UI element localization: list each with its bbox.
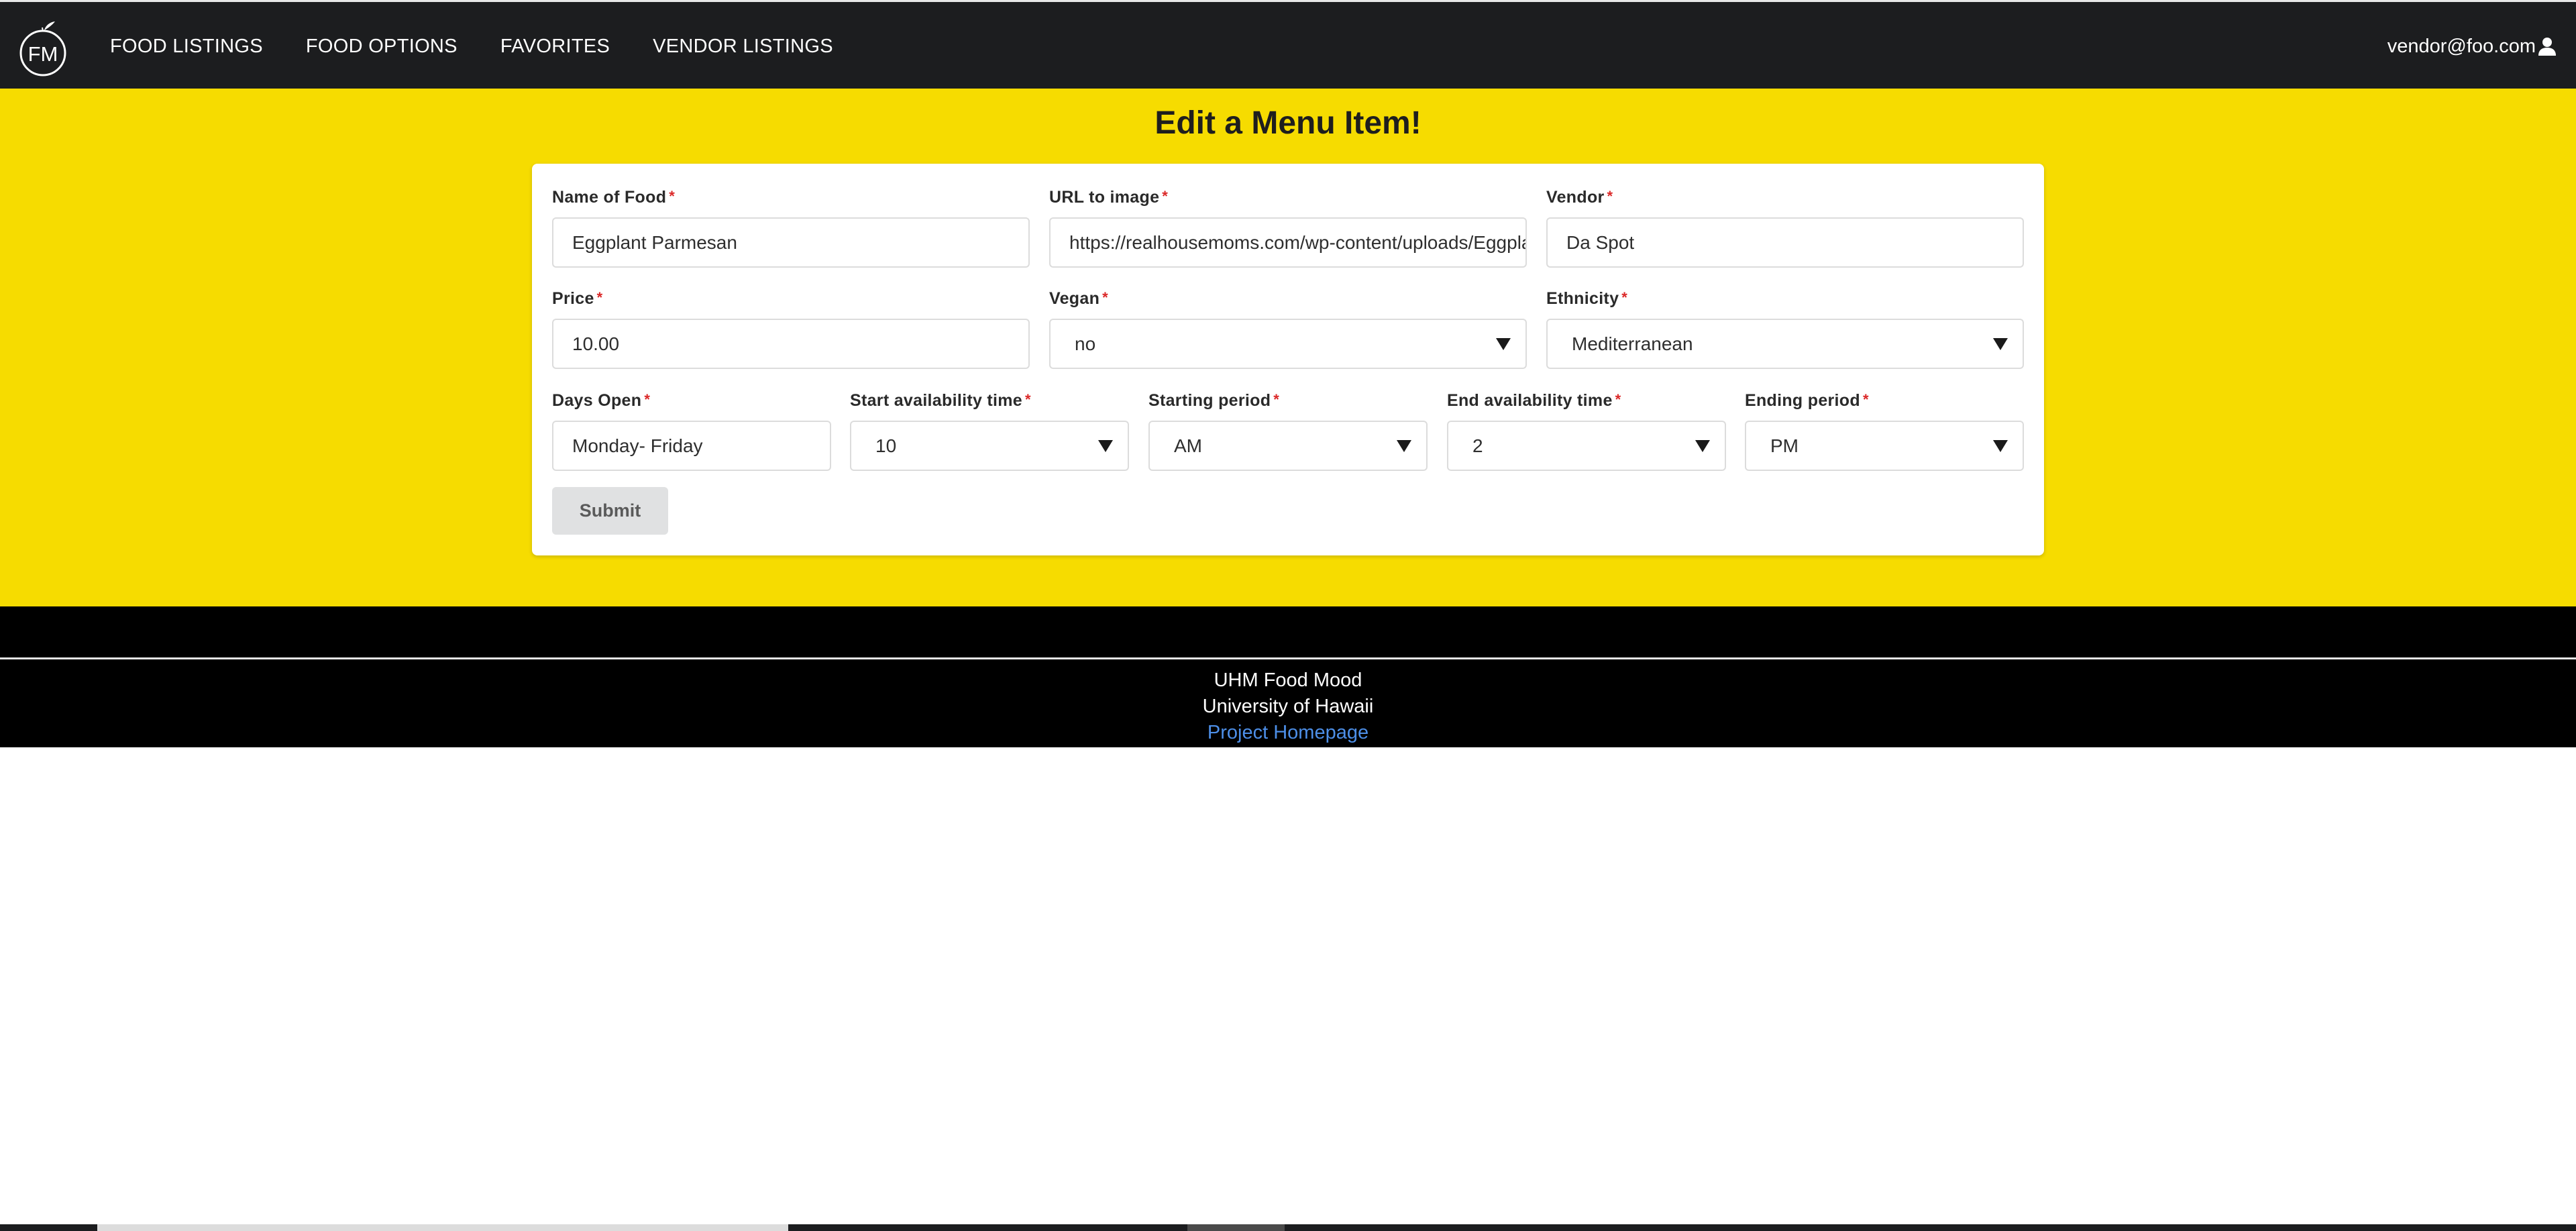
- ending-period-field: Ending period * PM: [1745, 391, 2024, 474]
- days-open-label: Days Open *: [552, 391, 651, 410]
- footer-university: University of Hawaii: [1202, 696, 1374, 717]
- vendor-field: Vendor * Da Spot: [1546, 188, 2024, 271]
- starting-period-select[interactable]: AM: [1148, 421, 1428, 471]
- scrollbar-thumb[interactable]: [97, 1224, 788, 1231]
- end-time-label: End availability time *: [1447, 391, 1621, 410]
- ethnicity-field: Ethnicity * Mediterranean: [1546, 289, 2024, 372]
- project-homepage-link[interactable]: Project Homepage: [1208, 722, 1368, 743]
- footer: UHM Food Mood University of Hawaii Proje…: [0, 606, 2576, 747]
- price-input[interactable]: 10.00: [552, 319, 1030, 369]
- footer-divider: [0, 657, 2576, 659]
- vegan-selected-value: no: [1075, 333, 1096, 354]
- url-to-image-field: URL to image * https://realhousemoms.com/…: [1049, 188, 1527, 271]
- ending-period-label: Ending period *: [1745, 391, 1869, 410]
- ending-period-selected-value: PM: [1770, 435, 1799, 456]
- dropdown-arrow-icon: [1993, 439, 2008, 452]
- vegan-field: Vegan * no: [1049, 289, 1527, 372]
- days-open-input[interactable]: Monday- Friday: [552, 421, 831, 471]
- starting-period-selected-value: AM: [1174, 435, 1202, 456]
- start-time-label: Start availability time *: [850, 391, 1031, 410]
- vegan-select[interactable]: no: [1049, 319, 1527, 369]
- name-of-food-field: Name of Food * Eggplant Parmesan: [552, 188, 1030, 271]
- ending-period-select[interactable]: PM: [1745, 421, 2024, 471]
- dropdown-arrow-icon: [1993, 337, 2008, 350]
- vegan-label: Vegan *: [1049, 289, 1109, 308]
- end-time-selected-value: 2: [1472, 435, 1483, 456]
- start-time-selected-value: 10: [875, 435, 897, 456]
- dropdown-arrow-icon: [1695, 439, 1710, 452]
- url-to-image-input[interactable]: https://realhousemoms.com/wp-content/upl…: [1049, 217, 1527, 268]
- submit-button[interactable]: Submit: [552, 487, 668, 535]
- nav-food-options[interactable]: FOOD OPTIONS: [306, 36, 458, 58]
- end-time-field: End availability time * 2: [1447, 391, 1726, 474]
- page-title: Edit a Menu Item!: [1155, 105, 1421, 141]
- price-field: Price * 10.00: [552, 289, 1030, 372]
- nav-food-listings[interactable]: FOOD LISTINGS: [110, 36, 263, 58]
- dropdown-arrow-icon: [1496, 337, 1511, 350]
- navbar: FM FOOD LISTINGS FOOD OPTIONS FAVORITES …: [0, 0, 2576, 89]
- vendor-input[interactable]: Da Spot: [1546, 217, 2024, 268]
- starting-period-label: Starting period *: [1148, 391, 1280, 410]
- days-open-field: Days Open * Monday- Friday: [552, 391, 831, 474]
- dropdown-arrow-icon: [1397, 439, 1411, 452]
- edit-form: Name of Food * Eggplant Parmesan URL to i…: [532, 164, 2044, 644]
- start-time-select[interactable]: 10: [850, 421, 1129, 471]
- starting-period-field: Starting period * AM: [1148, 391, 1428, 474]
- footer-app-name: UHM Food Mood: [1214, 670, 1362, 691]
- user-email[interactable]: vendor@foo.com: [2387, 36, 2536, 58]
- start-time-field: Start availability time * 10: [850, 391, 1129, 474]
- nav-menu: FOOD LISTINGS FOOD OPTIONS FAVORITES VEN…: [110, 2, 876, 91]
- name-of-food-label: Name of Food *: [552, 188, 676, 207]
- main-content: Edit a Menu Item! Name of Food * Eggplant…: [0, 89, 2576, 606]
- ethnicity-label: Ethnicity *: [1546, 289, 1628, 308]
- end-time-select[interactable]: 2: [1447, 421, 1726, 471]
- ethnicity-selected-value: Mediterranean: [1572, 333, 1693, 354]
- scrollbar-segment: [1187, 1224, 1285, 1231]
- price-label: Price *: [552, 289, 603, 308]
- name-of-food-input[interactable]: Eggplant Parmesan: [552, 217, 1030, 268]
- ethnicity-select[interactable]: Mediterranean: [1546, 319, 2024, 369]
- nav-vendor-listings[interactable]: VENDOR LISTINGS: [653, 36, 833, 58]
- horizontal-scrollbar[interactable]: [0, 1224, 2576, 1231]
- user-menu[interactable]: vendor@foo.com: [2387, 2, 2556, 91]
- user-icon: [2538, 38, 2556, 56]
- vendor-label: Vendor *: [1546, 188, 1613, 207]
- dropdown-arrow-icon: [1098, 439, 1113, 452]
- nav-favorites[interactable]: FAVORITES: [500, 36, 610, 58]
- logo-text: FM: [28, 42, 58, 66]
- app-logo[interactable]: FM: [17, 19, 70, 77]
- url-to-image-label: URL to image *: [1049, 188, 1169, 207]
- form-card: Name of Food * Eggplant Parmesan URL to i…: [532, 164, 2044, 555]
